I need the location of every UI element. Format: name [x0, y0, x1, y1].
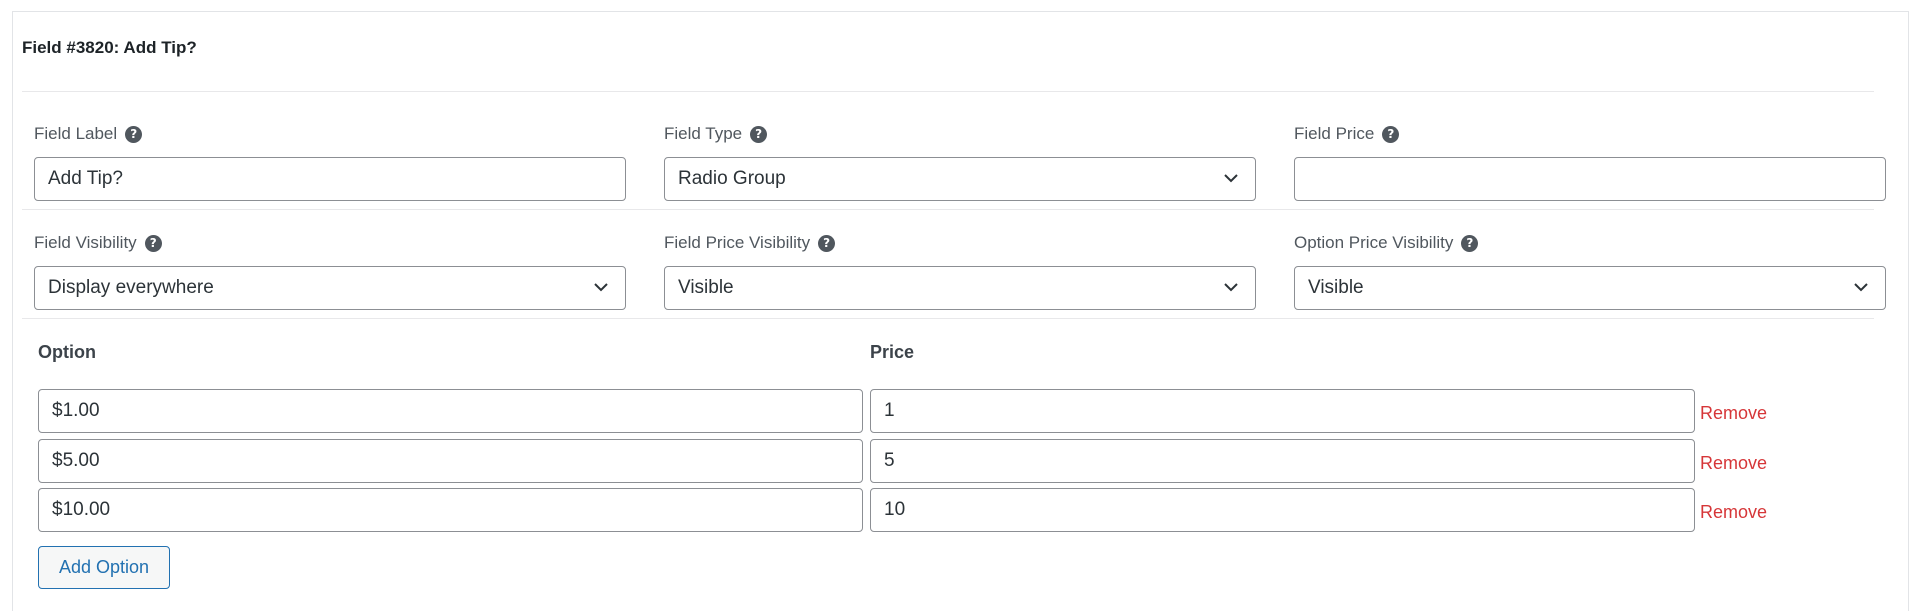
field-visibility-select[interactable]: Display everywhere	[34, 266, 626, 310]
option-column-header: Option	[38, 342, 96, 362]
field-type-value: Radio Group	[678, 168, 786, 189]
option-input[interactable]: $10.00	[38, 488, 863, 532]
field-label-input[interactable]: Add Tip?	[34, 157, 626, 201]
option-input[interactable]: $1.00	[38, 389, 863, 433]
price-value: 10	[884, 499, 906, 520]
question-circle-icon[interactable]: ?	[1461, 234, 1479, 252]
option-price-visibility-label: Option Price Visibility	[1294, 233, 1454, 252]
question-circle-icon[interactable]: ?	[750, 125, 768, 143]
field-price-input[interactable]	[1294, 157, 1886, 201]
option-price-visibility-value: Visible	[1308, 277, 1364, 298]
price-input[interactable]: 10	[870, 488, 1695, 532]
field-visibility-value: Display everywhere	[48, 277, 214, 298]
option-input[interactable]: $5.00	[38, 439, 863, 483]
field-price-group: Field Price ?	[1294, 123, 1886, 201]
field-label-label: Field Label	[34, 124, 118, 143]
price-value: 1	[884, 400, 895, 421]
field-type-label: Field Type	[664, 124, 743, 143]
divider	[22, 91, 1874, 92]
field-price-visibility-label: Field Price Visibility	[664, 233, 811, 252]
remove-link[interactable]: Remove	[1700, 502, 1767, 523]
field-type-select[interactable]: Radio Group	[664, 157, 1256, 201]
chevron-down-icon	[1224, 283, 1238, 292]
field-label-group: Field Label ? Add Tip?	[34, 123, 626, 201]
chevron-down-icon	[1854, 283, 1868, 292]
price-value: 5	[884, 450, 895, 471]
price-input[interactable]: 5	[870, 439, 1695, 483]
field-visibility-label: Field Visibility	[34, 233, 137, 252]
option-price-visibility-group: Option Price Visibility ? Visible	[1294, 232, 1886, 310]
option-price-visibility-select[interactable]: Visible	[1294, 266, 1886, 310]
field-price-visibility-value: Visible	[678, 277, 734, 298]
divider	[22, 209, 1874, 210]
chevron-down-icon	[1224, 174, 1238, 183]
add-option-button[interactable]: Add Option	[38, 546, 170, 589]
question-circle-icon[interactable]: ?	[818, 234, 836, 252]
field-price-label: Field Price	[1294, 124, 1375, 143]
option-value: $1.00	[52, 400, 100, 421]
question-circle-icon[interactable]: ?	[125, 125, 143, 143]
field-price-visibility-select[interactable]: Visible	[664, 266, 1256, 310]
price-column-header: Price	[870, 342, 915, 362]
divider	[22, 318, 1874, 319]
field-type-group: Field Type ? Radio Group	[664, 123, 1256, 201]
chevron-down-icon	[594, 283, 608, 292]
option-value: $5.00	[52, 450, 100, 471]
field-visibility-group: Field Visibility ? Display everywhere	[34, 232, 626, 310]
field-price-visibility-group: Field Price Visibility ? Visible	[664, 232, 1256, 310]
field-label-value: Add Tip?	[48, 168, 123, 189]
price-input[interactable]: 1	[870, 389, 1695, 433]
question-circle-icon[interactable]: ?	[1382, 125, 1400, 143]
option-value: $10.00	[52, 499, 111, 520]
remove-link[interactable]: Remove	[1700, 453, 1767, 474]
remove-link[interactable]: Remove	[1700, 403, 1767, 424]
field-title: Field #3820: Add Tip?	[22, 38, 197, 57]
question-circle-icon[interactable]: ?	[144, 234, 162, 252]
